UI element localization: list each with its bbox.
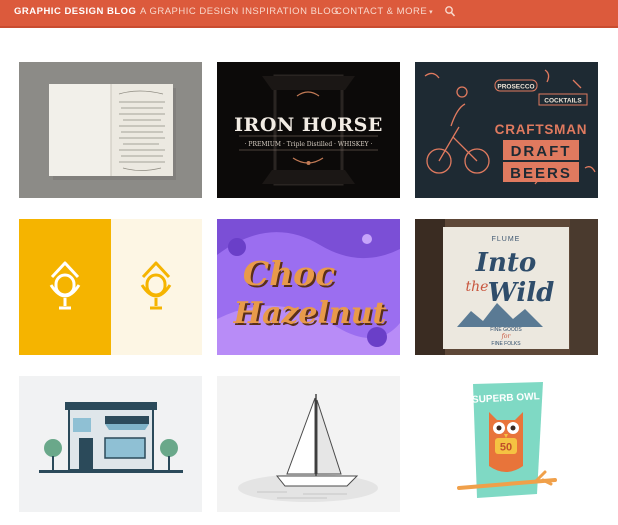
- flume-label: FLUME: [492, 236, 521, 243]
- for-label: for: [501, 333, 512, 340]
- fine-folks-label: FINE FOLKS: [491, 341, 521, 347]
- thumbnail-into-the-wild[interactable]: FLUME Into the Wild FINE GOODS for FINE …: [415, 219, 598, 355]
- site-brand-link[interactable]: GRAPHIC DESIGN BLOG: [14, 0, 136, 26]
- contact-more-menu[interactable]: CONTACT & MORE ▾: [335, 0, 433, 26]
- thumbnail-storefront[interactable]: [19, 376, 202, 512]
- draft-label: DRAFT: [511, 143, 572, 160]
- hazelnut-text: Hazelnut: [233, 296, 387, 331]
- superb-owl-number: 50: [500, 442, 512, 454]
- search-icon[interactable]: [444, 5, 456, 19]
- the-label: the: [466, 279, 489, 295]
- thumbnail-sketchbook[interactable]: [19, 62, 202, 198]
- iron-horse-subtitle: · PREMIUM · Triple Distilled · WHISKEY ·: [245, 141, 373, 148]
- thumbnail-superb-owl[interactable]: SUPERB OWL 50: [415, 376, 598, 512]
- craftsman-label: CRAFTSMAN: [495, 122, 588, 137]
- cocktails-label: COCKTAILS: [544, 98, 582, 105]
- beers-label: BEERS: [510, 165, 572, 182]
- prosecco-label: PROSECCO: [497, 84, 534, 91]
- contact-more-label: CONTACT & MORE: [335, 6, 428, 17]
- thumbnail-iron-horse[interactable]: IRON HORSE · PREMIUM · Triple Distilled …: [217, 62, 400, 198]
- top-navigation-bar: GRAPHIC DESIGN BLOG A GRAPHIC DESIGN INS…: [0, 0, 618, 28]
- iron-horse-title: IRON HORSE: [234, 114, 383, 136]
- wild-label: Wild: [488, 278, 555, 308]
- into-label: Into: [475, 248, 536, 278]
- thumbnail-sailboat[interactable]: [217, 376, 400, 512]
- thumbnail-microphone-logo[interactable]: [19, 219, 202, 355]
- site-tagline-link[interactable]: A GRAPHIC DESIGN INSPIRATION BLOG: [140, 0, 339, 26]
- chevron-down-icon: ▾: [429, 9, 434, 16]
- thumbnail-choc-hazelnut[interactable]: Choc Choc Hazelnut Hazelnut: [217, 219, 400, 355]
- choc-text: Choc: [243, 254, 335, 293]
- thumbnail-craftsman-draft-beers[interactable]: PROSECCO COCKTAILS CRAFTSMAN DRAFT BEERS: [415, 62, 598, 198]
